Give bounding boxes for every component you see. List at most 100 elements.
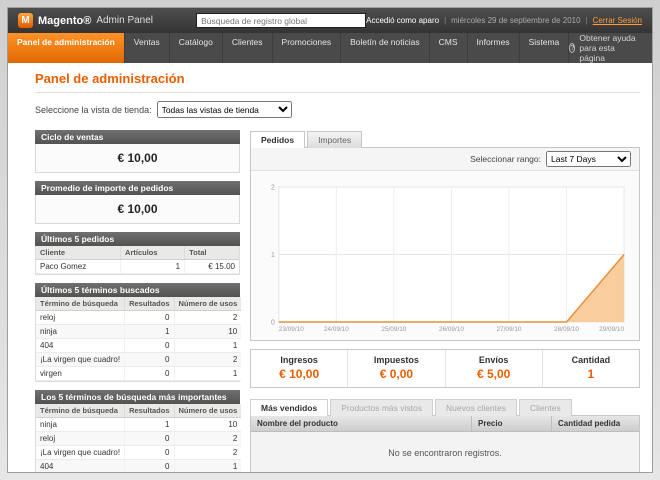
results-cell: 0	[125, 353, 174, 367]
global-search-input[interactable]	[196, 13, 366, 28]
panel-title: Ciclo de ventas	[35, 130, 240, 144]
separator: |	[586, 16, 588, 25]
total-label: Cantidad	[543, 355, 639, 365]
column-header: Número de usos	[174, 297, 241, 311]
column-header-product: Nombre del producto	[251, 416, 471, 431]
search-term[interactable]: reloj	[36, 432, 125, 446]
nav-item-catalog[interactable]: Catálogo	[170, 33, 223, 63]
chart-area: 01223/09/1024/09/1025/09/1026/09/1027/09…	[251, 171, 639, 340]
store-switcher-label: Seleccione la vista de tienda:	[35, 105, 152, 115]
column-header: Número de usos	[174, 404, 241, 418]
uses-cell: 10	[174, 418, 241, 432]
uses-cell: 1	[174, 460, 241, 473]
table-row: 404 0 1	[36, 339, 241, 353]
brand: M Magento® Admin Panel	[18, 13, 196, 28]
nav-item-customers[interactable]: Clientes	[223, 33, 273, 63]
nav-item-reports[interactable]: Informes	[468, 33, 520, 63]
store-view-select[interactable]: Todas las vistas de tienda	[157, 101, 292, 118]
chart-tabs: Pedidos Importes	[250, 130, 640, 148]
lifetime-sales-value: € 10,00	[35, 144, 240, 173]
divider	[35, 92, 640, 93]
admin-window: M Magento® Admin Panel Accedió como apar…	[7, 7, 653, 473]
orders-chart: 01223/09/1024/09/1025/09/1026/09/1027/09…	[259, 177, 631, 337]
table-row: 404 0 1	[36, 460, 241, 473]
empty-records-message: No se encontraron registros.	[251, 432, 639, 472]
customer-name[interactable]: Paco Gomez	[36, 260, 121, 274]
search-term[interactable]: ¡La virgen que cuadro!	[36, 353, 125, 367]
store-switcher: Seleccione la vista de tienda: Todas las…	[35, 101, 640, 118]
total-value: € 5,00	[446, 367, 542, 381]
svg-text:27/09/10: 27/09/10	[496, 326, 521, 333]
uses-cell: 1	[174, 367, 241, 381]
dashboard: Ciclo de ventas € 10,00 Promedio de impo…	[35, 130, 640, 472]
range-select[interactable]: Last 7 Days	[546, 151, 631, 167]
results-cell: 0	[125, 311, 174, 325]
nav-item-system[interactable]: Sistema	[520, 33, 570, 63]
column-header: Resultados	[125, 404, 174, 418]
svg-text:24/09/10: 24/09/10	[324, 326, 349, 333]
total-cell: € 15.00	[185, 260, 239, 274]
nav-item-cms[interactable]: CMS	[430, 33, 468, 63]
help-icon: ?	[569, 43, 575, 53]
table-row: virgen 0 1	[36, 367, 241, 381]
page-frame: M Magento® Admin Panel Accedió como apar…	[0, 0, 660, 480]
svg-text:0: 0	[271, 319, 275, 326]
svg-text:28/09/10: 28/09/10	[554, 326, 579, 333]
tab-new-customers[interactable]: Nuevos clientes	[435, 399, 517, 416]
items-cell: 1	[121, 260, 185, 274]
total-value: 1	[543, 367, 639, 381]
total-label: Ingresos	[251, 355, 347, 365]
column-header: Término de búsqueda	[36, 404, 125, 418]
panel-title: Promedio de importe de pedidos	[35, 181, 240, 195]
svg-text:29/09/10: 29/09/10	[599, 326, 624, 333]
dashboard-left-column: Ciclo de ventas € 10,00 Promedio de impo…	[35, 130, 240, 472]
tab-customers[interactable]: Clientes	[519, 399, 572, 416]
tab-orders[interactable]: Pedidos	[250, 131, 305, 148]
last-orders-panel: Últimos 5 pedidos Cliente Artículos Tota…	[35, 232, 240, 275]
content: Panel de administración Seleccione la vi…	[8, 63, 652, 472]
svg-text:25/09/10: 25/09/10	[381, 326, 406, 333]
magento-logo-icon: M	[18, 13, 33, 28]
user-info: Accedió como aparo | miércoles 29 de sep…	[366, 16, 642, 25]
search-term[interactable]: ninja	[36, 325, 125, 339]
panel-title: Los 5 términos de búsqueda más important…	[35, 390, 240, 404]
column-header: Resultados	[125, 297, 174, 311]
svg-text:2: 2	[271, 184, 275, 191]
uses-cell: 2	[174, 311, 241, 325]
nav-item-promotions[interactable]: Promociones	[273, 33, 342, 63]
grid-tabs: Más vendidos Productos más vistos Nuevos…	[250, 398, 640, 416]
search-term[interactable]: ninja	[36, 418, 125, 432]
search-term[interactable]: virgen	[36, 367, 125, 381]
nav-item-sales[interactable]: Ventas	[125, 33, 170, 63]
logout-link[interactable]: Cerrar Sesión	[593, 16, 642, 25]
page-title: Panel de administración	[35, 71, 640, 86]
results-cell: 0	[125, 446, 174, 460]
table-row: ¡La virgen que cuadro! 0 2	[36, 446, 241, 460]
header: M Magento® Admin Panel Accedió como apar…	[8, 8, 652, 33]
tab-bestsellers[interactable]: Más vendidos	[250, 399, 328, 416]
products-grid: Nombre del producto Precio Cantidad pedi…	[250, 416, 640, 472]
search-term[interactable]: 404	[36, 339, 125, 353]
search-term[interactable]: ¡La virgen que cuadro!	[36, 446, 125, 460]
column-header: Total	[185, 246, 239, 260]
page-help-link[interactable]: ? Obtener ayuda para esta página	[569, 33, 652, 63]
grid-header-row: Nombre del producto Precio Cantidad pedi…	[251, 416, 639, 432]
search-term[interactable]: 404	[36, 460, 125, 473]
search-term[interactable]: reloj	[36, 311, 125, 325]
table-row[interactable]: Paco Gomez 1 € 15.00	[36, 260, 239, 274]
top-search-terms-panel: Los 5 términos de búsqueda más important…	[35, 390, 240, 472]
tab-most-viewed[interactable]: Productos más vistos	[330, 399, 433, 416]
table-header-row: Término de búsqueda Resultados Número de…	[36, 404, 241, 418]
last-search-terms-table: Término de búsqueda Resultados Número de…	[35, 297, 240, 382]
uses-cell: 10	[174, 325, 241, 339]
tab-amounts[interactable]: Importes	[307, 131, 362, 148]
brand-suffix: Admin Panel	[96, 15, 153, 26]
top-search-terms-table: Término de búsqueda Resultados Número de…	[35, 404, 240, 472]
total-tax: Impuestos € 0,00	[347, 350, 444, 387]
average-orders-panel: Promedio de importe de pedidos € 10,00	[35, 181, 240, 224]
results-cell: 0	[125, 460, 174, 473]
nav-item-dashboard[interactable]: Panel de administración	[8, 33, 125, 63]
table-row: ninja 1 10	[36, 325, 241, 339]
total-revenue: Ingresos € 10,00	[251, 350, 347, 387]
nav-item-newsletter[interactable]: Boletín de noticias	[341, 33, 429, 63]
